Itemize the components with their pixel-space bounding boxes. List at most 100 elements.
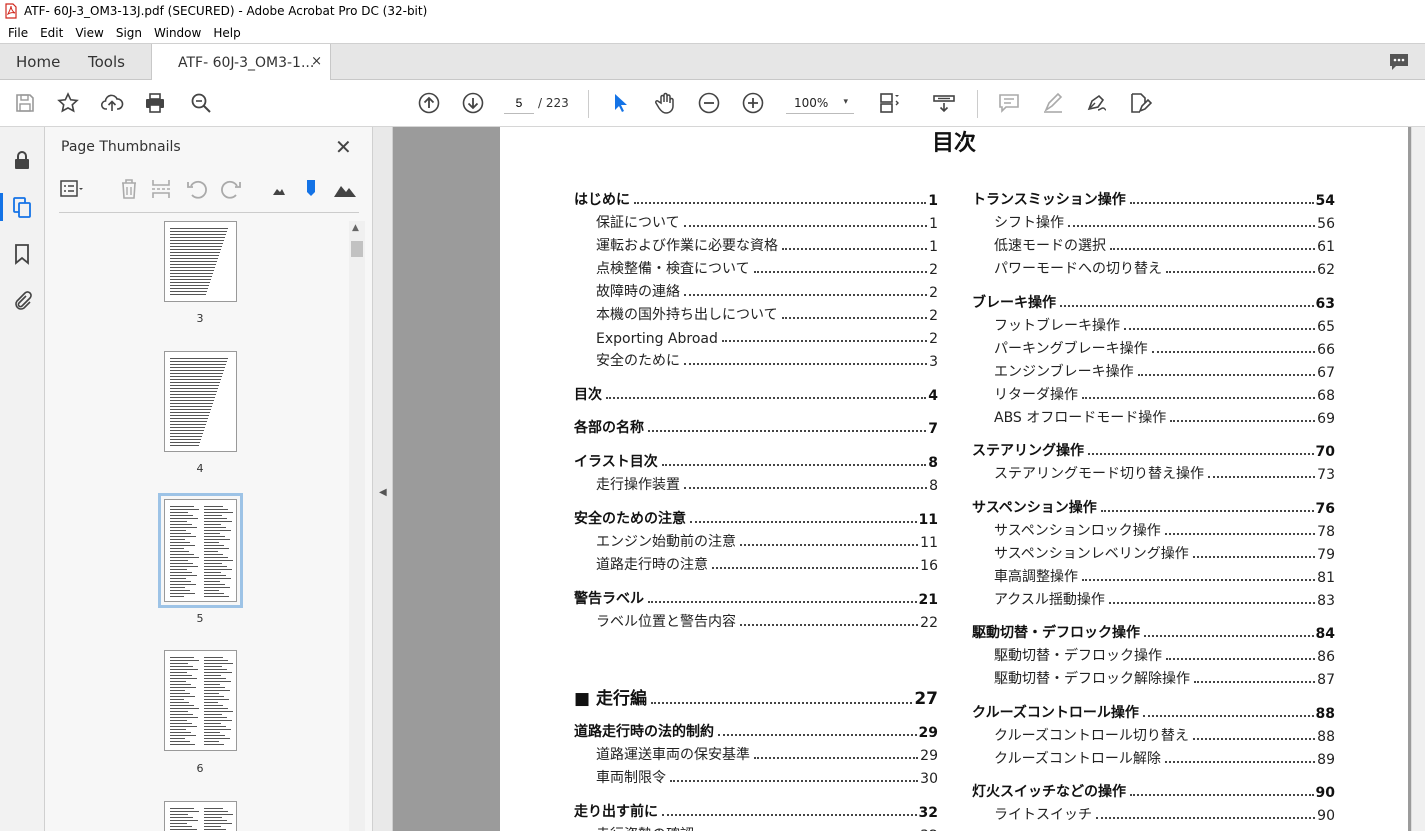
menu-help[interactable]: Help	[207, 26, 246, 40]
toc-entry[interactable]: Exporting Abroad 2	[596, 327, 938, 347]
toc-entry[interactable]: 道路走行時の法的制約 29	[574, 721, 938, 741]
toc-entry[interactable]: 駆動切替・デフロック解除操作 87	[994, 668, 1335, 688]
document-view[interactable]: 目次 はじめに 1 保証について 1 運転および作業に必要な資格 1 点検整備・検査について…	[393, 127, 1411, 831]
bookmark-star-icon[interactable]	[56, 91, 80, 115]
previous-page-icon[interactable]	[417, 91, 441, 115]
toc-entry[interactable]: 本機の国外持ち出しについて 2	[596, 304, 938, 324]
delete-trash-icon[interactable]	[117, 177, 141, 201]
rotate-counterclockwise-icon[interactable]	[185, 177, 209, 201]
toc-entry[interactable]: シフト操作 56	[994, 212, 1335, 232]
fill-sign-icon[interactable]	[1128, 91, 1152, 115]
zoom-level-select[interactable]: 100% ▾	[786, 92, 854, 114]
toc-entry[interactable]: はじめに 1	[574, 189, 938, 209]
toc-entry[interactable]: 各部の名称 7	[574, 417, 938, 437]
toc-entry[interactable]: サスペンション操作 76	[972, 497, 1335, 517]
sign-pen-icon[interactable]	[1085, 91, 1109, 115]
page-thumbnail[interactable]	[164, 801, 237, 831]
toc-entry[interactable]: ライトスイッチ 90	[994, 804, 1335, 824]
scroll-up-arrow-icon[interactable]: ▲	[352, 223, 359, 233]
toc-entry[interactable]: フットブレーキ操作 65	[994, 315, 1335, 335]
toc-entry[interactable]: クルーズコントロール解除 89	[994, 748, 1335, 768]
toc-entry[interactable]: ステアリングモード切り替え操作 73	[994, 463, 1335, 483]
toc-entry[interactable]: エンジンブレーキ操作 67	[994, 361, 1335, 381]
page-thumbnail[interactable]	[164, 351, 237, 452]
next-page-icon[interactable]	[461, 91, 485, 115]
tab-home[interactable]: Home	[16, 44, 60, 80]
toc-entry[interactable]: ブレーキ操作 63	[972, 292, 1335, 312]
comment-icon[interactable]	[997, 91, 1021, 115]
lock-icon[interactable]	[11, 149, 33, 171]
rotate-clockwise-icon[interactable]	[219, 177, 243, 201]
page-number-input[interactable]	[504, 92, 534, 114]
scrollbar-handle[interactable]	[351, 241, 363, 257]
tab-document[interactable]: ATF- 60J-3_OM3-1... ×	[151, 44, 331, 81]
toc-entry[interactable]: サスペンションロック操作 78	[994, 520, 1335, 540]
toc-entry[interactable]: 走行操作装置 8	[596, 474, 938, 494]
toc-entry[interactable]: 保証について 1	[596, 212, 938, 232]
save-icon[interactable]	[13, 91, 37, 115]
toc-entry[interactable]: パワーモードへの切り替え 62	[994, 258, 1335, 278]
toc-entry[interactable]: 駆動切替・デフロック操作 86	[994, 645, 1335, 665]
toc-entry[interactable]: 走り出す前に 32	[574, 801, 938, 821]
toc-entry[interactable]: サスペンションレベリング操作 79	[994, 543, 1335, 563]
toc-entry[interactable]: ラベル位置と警告内容 22	[596, 611, 938, 631]
toc-entry[interactable]: クルーズコントロール操作 88	[972, 702, 1335, 722]
toc-entry[interactable]: リターダ操作 68	[994, 384, 1335, 404]
toc-entry[interactable]: ■ 走行編 27	[574, 685, 938, 709]
toc-entry[interactable]: 駆動切替・デフロック操作 84	[972, 622, 1335, 642]
toc-entry[interactable]: 灯火スイッチなどの操作 90	[972, 781, 1335, 801]
toc-entry[interactable]: アクスル揺動操作 83	[994, 589, 1335, 609]
toc-entry[interactable]: ABS オフロードモード操作 69	[994, 407, 1335, 427]
zoom-out-icon[interactable]	[697, 91, 721, 115]
thumbnail-scrollbar[interactable]: ▲	[349, 221, 365, 831]
toc-entry[interactable]: 低速モードの選択 61	[994, 235, 1335, 255]
bookmark-icon[interactable]	[11, 243, 33, 265]
upload-cloud-icon[interactable]	[100, 91, 124, 115]
toc-entry[interactable]: イラスト目次 8	[574, 451, 938, 471]
toc-entry[interactable]: 安全のために 3	[596, 350, 938, 370]
thumbnail-size-slider-icon[interactable]	[299, 177, 323, 201]
hand-tool-icon[interactable]	[653, 91, 677, 115]
page-thumbnail[interactable]	[164, 650, 237, 751]
thumbnail-smaller-icon[interactable]	[267, 177, 291, 201]
document-scrollbar[interactable]	[1411, 127, 1425, 831]
page-thumbnail[interactable]	[158, 493, 243, 608]
toc-entry[interactable]: クルーズコントロール切り替え 88	[994, 725, 1335, 745]
page-thumbnail[interactable]	[164, 221, 237, 302]
toc-entry[interactable]: 車高調整操作 81	[994, 566, 1335, 586]
menu-file[interactable]: File	[2, 26, 34, 40]
toc-entry[interactable]: 車両制限令 30	[596, 767, 938, 787]
print-icon[interactable]	[143, 91, 167, 115]
toc-entry[interactable]: 運転および作業に必要な資格 1	[596, 235, 938, 255]
toc-entry[interactable]: ステアリング操作 70	[972, 440, 1335, 460]
toc-entry[interactable]: 安全のための注意 11	[574, 508, 938, 528]
zoom-in-icon[interactable]	[741, 91, 765, 115]
toc-entry[interactable]: 道路運送車両の保安基準 29	[596, 744, 938, 764]
toc-entry[interactable]: 道路走行時の注意 16	[596, 554, 938, 574]
toc-entry[interactable]: 故障時の連絡 2	[596, 281, 938, 301]
select-cursor-icon[interactable]	[608, 91, 632, 115]
toc-entry[interactable]: 目次 4	[574, 384, 938, 404]
read-mode-icon[interactable]	[932, 91, 956, 115]
options-menu-icon[interactable]	[59, 177, 83, 201]
menu-window[interactable]: Window	[148, 26, 207, 40]
close-tab-icon[interactable]: ×	[311, 54, 322, 69]
toc-entry[interactable]: 点検整備・検査について 2	[596, 258, 938, 278]
tab-tools[interactable]: Tools	[88, 44, 125, 80]
collapse-panel-arrow-icon[interactable]: ◀	[379, 487, 387, 498]
toc-entry[interactable]: 警告ラベル 21	[574, 588, 938, 608]
thumbnail-larger-icon[interactable]	[333, 177, 357, 201]
menu-edit[interactable]: Edit	[34, 26, 69, 40]
toc-entry[interactable]: 走行姿勢の確認32	[596, 824, 938, 831]
toc-entry[interactable]: パーキングブレーキ操作 66	[994, 338, 1335, 358]
toc-entry[interactable]: エンジン始動前の注意 11	[596, 531, 938, 551]
page-fit-icon[interactable]	[877, 91, 901, 115]
page-thumbnails-icon[interactable]	[11, 196, 33, 218]
menu-view[interactable]: View	[69, 26, 109, 40]
panel-splitter[interactable]: ◀	[373, 127, 393, 831]
find-zoom-icon[interactable]	[189, 91, 213, 115]
close-panel-icon[interactable]: ✕	[335, 135, 352, 159]
menu-sign[interactable]: Sign	[110, 26, 148, 40]
toc-entry[interactable]: トランスミッション操作 54	[972, 189, 1335, 209]
comment-chat-icon[interactable]	[1389, 53, 1409, 71]
